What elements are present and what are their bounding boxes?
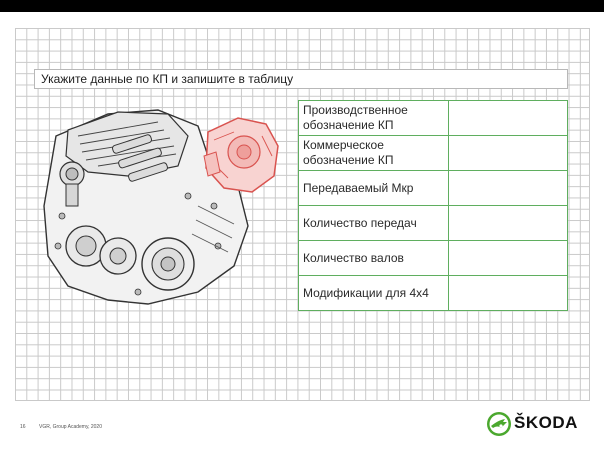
row-label: Количество валов (297, 240, 450, 276)
row-value-input[interactable] (448, 240, 568, 276)
row-value-input[interactable] (448, 205, 568, 241)
row-value-input[interactable] (448, 170, 568, 206)
row-label: Производственное обозначение КП (297, 100, 450, 136)
table-row: Количество валов (297, 240, 568, 276)
footer-text: VGR, Group Academy, 2020 (39, 424, 102, 430)
gearbox-data-table: Производственное обозначение КП Коммерче… (297, 100, 568, 311)
table-row: Коммерческое обозначение КП (297, 135, 568, 171)
brand-logo: ŠKODA (486, 409, 592, 439)
page-number: 16 (20, 424, 26, 430)
brand-name: ŠKODA (514, 413, 578, 432)
row-value-input[interactable] (448, 275, 568, 311)
row-value-input[interactable] (448, 100, 568, 136)
slide: Укажите данные по КП и запишите в таблиц… (0, 0, 604, 453)
table-row: Количество передач (297, 205, 568, 241)
row-label: Количество передач (297, 205, 450, 241)
row-value-input[interactable] (448, 135, 568, 171)
skoda-arrow-logo-icon (487, 412, 511, 436)
slide-title: Укажите данные по КП и запишите в таблиц… (41, 72, 294, 86)
table-row: Производственное обозначение КП (297, 100, 568, 136)
gearbox-illustration-icon (43, 109, 279, 305)
row-label: Коммерческое обозначение КП (297, 135, 450, 171)
top-bar (0, 0, 604, 12)
row-label: Передаваемый Мкр (297, 170, 450, 206)
table-row: Модификации для 4х4 (297, 275, 568, 311)
title-box: Укажите данные по КП и запишите в таблиц… (34, 69, 568, 89)
row-label: Модификации для 4х4 (297, 275, 450, 311)
table-row: Передаваемый Мкр (297, 170, 568, 206)
